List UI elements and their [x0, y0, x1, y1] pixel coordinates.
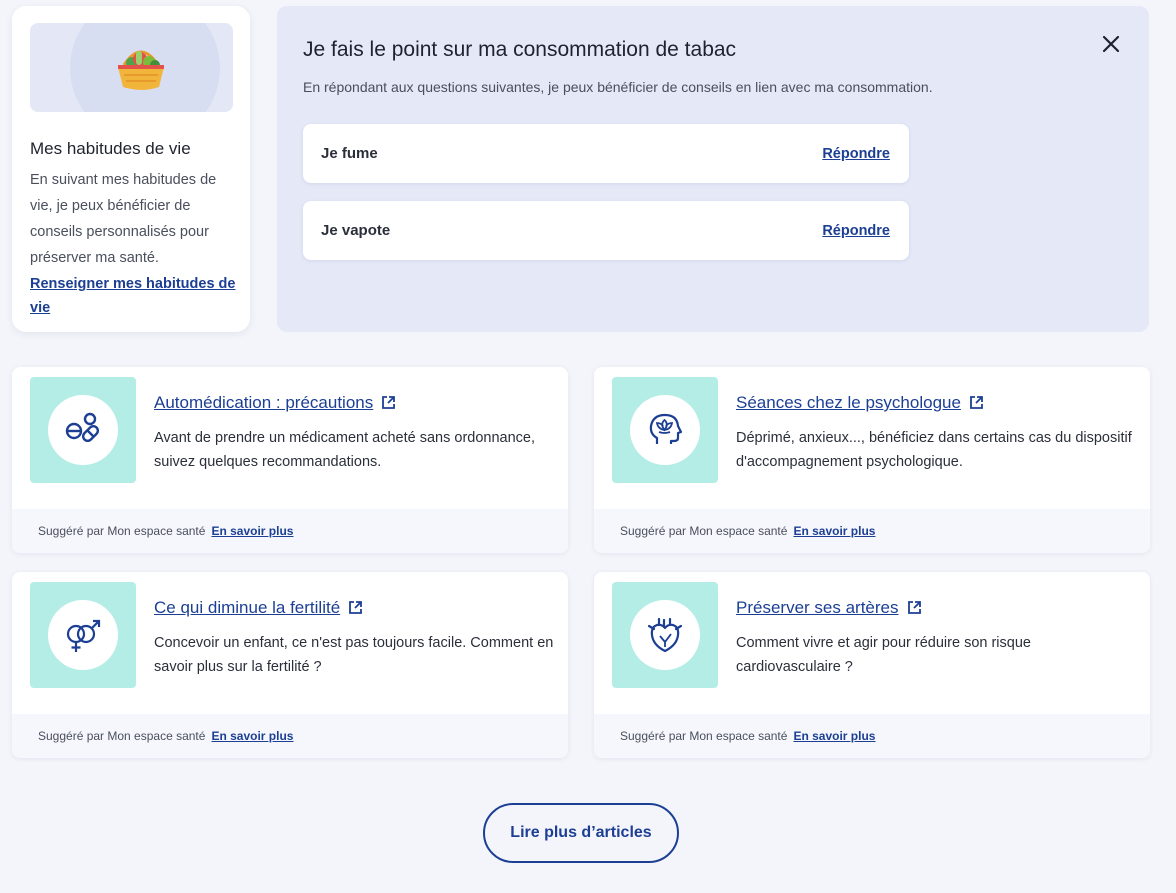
- answer-button[interactable]: Répondre: [822, 223, 890, 239]
- heart-icon: [647, 617, 683, 653]
- question-row-fume: Je fume Répondre: [303, 124, 909, 183]
- learn-more-link[interactable]: En savoir plus: [793, 729, 875, 743]
- article-thumbnail: [30, 582, 136, 688]
- article-description: Déprimé, anxieux..., bénéficiez dans cer…: [736, 430, 1132, 470]
- external-link-icon: [349, 601, 363, 614]
- article-footer: Suggéré par Mon espace santé En savoir p…: [12, 714, 568, 758]
- article-description: Comment vivre et agir pour réduire son r…: [736, 635, 1031, 675]
- question-row-vapote: Je vapote Répondre: [303, 201, 909, 260]
- article-footer: Suggéré par Mon espace santé En savoir p…: [12, 509, 568, 553]
- article-card-arteres: Préserver ses artères Comment vivre et a…: [594, 572, 1150, 758]
- gender-icon: [66, 619, 101, 652]
- habits-link-wrapper: Renseigner mes habitudes de vie: [30, 272, 240, 320]
- suggested-by-text: Suggéré par Mon espace santé: [620, 524, 788, 538]
- learn-more-link[interactable]: En savoir plus: [211, 729, 293, 743]
- basket-illustration: [30, 23, 233, 112]
- habits-title: Mes habitudes de vie: [30, 139, 191, 158]
- learn-more-link[interactable]: En savoir plus: [793, 524, 875, 538]
- article-title: Ce qui diminue la fertilité: [154, 598, 341, 617]
- article-title-link[interactable]: Automédication : précautions: [154, 393, 396, 413]
- article-thumbnail: [612, 377, 718, 483]
- mind-icon: [649, 413, 683, 444]
- article-card-fertilite: Ce qui diminue la fertilité Concevoir un…: [12, 572, 568, 758]
- pills-icon: [65, 412, 100, 443]
- external-link-icon: [970, 396, 983, 409]
- answer-button[interactable]: Répondre: [822, 146, 890, 162]
- article-title-link[interactable]: Séances chez le psychologue: [736, 393, 984, 413]
- habits-link[interactable]: Renseigner mes habitudes de vie: [30, 276, 235, 316]
- suggested-by-text: Suggéré par Mon espace santé: [38, 524, 206, 538]
- article-thumbnail: [30, 377, 136, 483]
- learn-more-link[interactable]: En savoir plus: [211, 524, 293, 538]
- external-link-icon: [907, 601, 921, 614]
- article-title-link[interactable]: Préserver ses artères: [736, 598, 922, 618]
- habits-description: En suivant mes habitudes de vie, je peux…: [30, 172, 217, 266]
- article-thumbnail: [612, 582, 718, 688]
- suggested-by-text: Suggéré par Mon espace santé: [38, 729, 206, 743]
- article-footer: Suggéré par Mon espace santé En savoir p…: [594, 509, 1150, 553]
- article-card-automedication: Automédication : précautions Avant de pr…: [12, 367, 568, 553]
- question-label: Je fume: [321, 145, 378, 162]
- article-description: Avant de prendre un médicament acheté sa…: [154, 430, 536, 470]
- tabac-subtitle: En répondant aux questions suivantes, je…: [303, 79, 933, 95]
- read-more-articles-button[interactable]: Lire plus d’articles: [483, 803, 679, 863]
- article-card-psychologue: Séances chez le psychologue Déprimé, anx…: [594, 367, 1150, 553]
- question-label: Je vapote: [321, 222, 391, 239]
- tabac-title: Je fais le point sur ma consommation de …: [303, 38, 737, 61]
- habits-card: Mes habitudes de vie En suivant mes habi…: [12, 6, 250, 332]
- article-description: Concevoir un enfant, ce n'est pas toujou…: [154, 635, 554, 675]
- article-footer: Suggéré par Mon espace santé En savoir p…: [594, 714, 1150, 758]
- article-title: Automédication : précautions: [154, 393, 374, 412]
- close-icon[interactable]: [1099, 34, 1123, 58]
- article-title: Préserver ses artères: [736, 598, 899, 617]
- article-title: Séances chez le psychologue: [736, 393, 961, 412]
- external-link-icon: [382, 396, 396, 409]
- article-title-link[interactable]: Ce qui diminue la fertilité: [154, 598, 363, 618]
- tabac-panel: Je fais le point sur ma consommation de …: [277, 6, 1149, 332]
- suggested-by-text: Suggéré par Mon espace santé: [620, 729, 788, 743]
